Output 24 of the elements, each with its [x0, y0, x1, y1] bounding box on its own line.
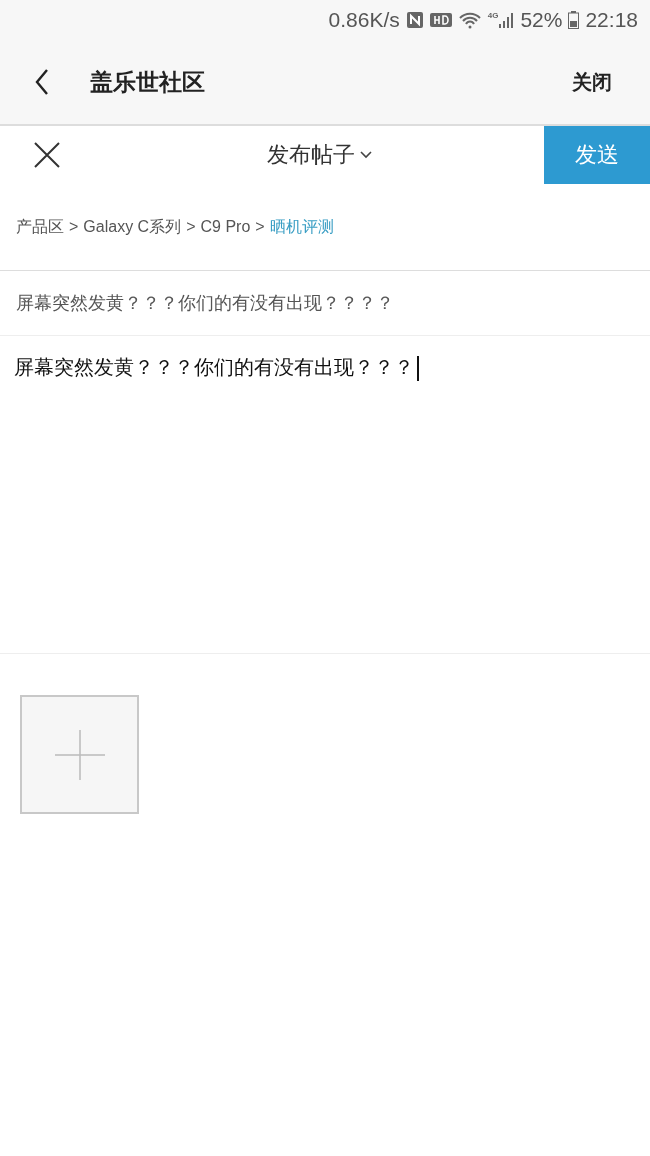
text-cursor — [417, 356, 419, 381]
post-type-dropdown[interactable]: 发布帖子 — [267, 140, 373, 170]
caret-icon — [359, 150, 373, 160]
battery-icon — [568, 11, 580, 29]
plus-icon — [54, 729, 105, 780]
breadcrumb-item[interactable]: C9 Pro — [200, 218, 251, 236]
hd-icon — [429, 13, 452, 27]
close-button[interactable] — [33, 141, 61, 169]
title-field[interactable]: 屏幕突然发黄？？？你们的有没有出现？？？？ — [0, 271, 650, 336]
breadcrumb-separator: > — [69, 218, 79, 236]
nfc-icon — [405, 11, 424, 29]
network-type: 4G — [487, 11, 499, 20]
signal-icon — [498, 11, 515, 29]
close-button[interactable]: 关闭 — [572, 68, 612, 96]
clock: 22:18 — [585, 8, 638, 32]
content-field[interactable]: 屏幕突然发黄？？？你们的有没有出现？？？ — [0, 336, 650, 654]
battery-percent: 52% — [520, 8, 563, 32]
app-title: 盖乐世社区 — [90, 67, 205, 97]
breadcrumb-item[interactable]: Galaxy C系列 — [83, 216, 182, 238]
wifi-icon — [457, 11, 482, 29]
network-speed: 0.86K/s — [328, 8, 400, 32]
breadcrumb-item[interactable]: 产品区 — [16, 216, 64, 238]
breadcrumb-separator: > — [255, 218, 265, 236]
breadcrumb-separator: > — [186, 218, 196, 236]
